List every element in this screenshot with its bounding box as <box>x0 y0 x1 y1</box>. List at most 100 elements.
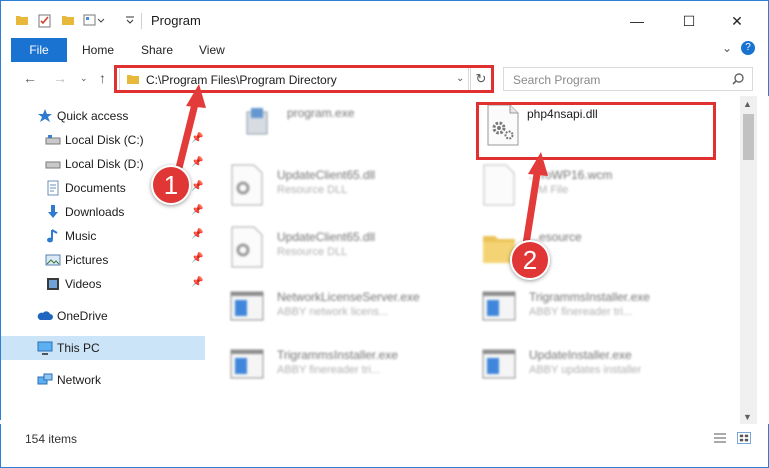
file-name: NetworkLicenseServer.exe <box>277 290 420 304</box>
sidebar-item-onedrive[interactable]: OneDrive <box>1 304 205 328</box>
file-name: program.exe <box>287 106 355 120</box>
address-path: C:\Program Files\Program Directory <box>146 73 337 87</box>
app-window-icon <box>482 291 516 321</box>
app-window-icon <box>230 349 264 379</box>
file-item-towp16-wcm[interactable]: ...ToWP16.wcm ...M File <box>481 164 731 214</box>
close-button[interactable]: ✕ <box>715 7 759 35</box>
title-divider <box>141 13 142 29</box>
sidebar-item-label: Local Disk (C:) <box>65 133 144 147</box>
file-name: TrigrammsInstaller.exe <box>277 348 398 362</box>
address-bar[interactable]: C:\Program Files\Program Directory ⌄ <box>119 67 469 91</box>
file-name: ...ToWP16.wcm <box>529 168 613 182</box>
drive-icon <box>45 135 61 145</box>
file-description: ABBY finereader tri... <box>277 364 381 376</box>
network-icon <box>37 373 53 385</box>
drive-icon <box>45 161 61 169</box>
tab-share[interactable]: Share <box>141 43 173 57</box>
back-arrow-icon[interactable]: ← <box>23 70 37 86</box>
dll-gear-icon <box>487 104 519 146</box>
sidebar-item-videos[interactable]: Videos 📌 <box>1 272 205 296</box>
star-icon <box>38 109 52 122</box>
new-folder-icon[interactable] <box>61 13 75 27</box>
vertical-scrollbar[interactable]: ▲ ▼ <box>740 96 757 424</box>
scroll-down-icon[interactable]: ▼ <box>743 412 752 422</box>
pin-icon[interactable]: 📌 <box>191 253 203 264</box>
up-arrow-icon[interactable]: ↑ <box>99 70 106 86</box>
pin-icon[interactable]: 📌 <box>191 157 203 168</box>
file-item-updateclient65-dll[interactable]: UpdateClient65.dll Resource DLL <box>229 164 479 214</box>
sidebar-item-pictures[interactable]: Pictures 📌 <box>1 248 205 272</box>
scroll-thumb[interactable] <box>743 114 754 160</box>
file-item-trigrammsinstaller-exe[interactable]: TrigrammsInstaller.exe ABBY finereader t… <box>481 286 731 336</box>
large-icons-view-icon[interactable] <box>737 432 751 444</box>
installer-icon <box>246 108 268 135</box>
file-description: ...M File <box>529 184 569 196</box>
search-input[interactable]: Search Program <box>513 73 600 87</box>
navigation-pane: Quick access Local Disk (C:) 📌 Local Dis… <box>0 96 205 420</box>
folder-icon <box>127 75 139 84</box>
dll-gear-icon <box>231 164 263 206</box>
file-list: program.exe php4nsapi.dll UpdateClient65… <box>205 96 740 420</box>
search-icon[interactable] <box>731 72 745 86</box>
sidebar-item-label: Documents <box>65 181 126 195</box>
pictures-icon <box>45 254 61 266</box>
scroll-up-icon[interactable]: ▲ <box>743 99 752 109</box>
sidebar-item-label: OneDrive <box>57 309 108 323</box>
expand-ribbon-icon[interactable]: ⌄ <box>722 41 732 55</box>
sidebar-item-label: Videos <box>65 277 102 291</box>
navigation-bar: ← → ⌄ ↑ C:\Program Files\Program Directo… <box>0 62 769 96</box>
sidebar-item-label: Network <box>57 373 102 387</box>
sidebar-item-network[interactable]: Network <box>1 368 205 392</box>
pin-icon[interactable]: 📌 <box>191 229 203 240</box>
status-bar: 154 items <box>0 424 769 468</box>
recent-locations-icon[interactable]: ⌄ <box>80 73 88 84</box>
maximize-button[interactable]: ☐ <box>667 7 711 35</box>
title-bar: Program — ☐ ✕ <box>0 0 769 38</box>
file-item-trigrammsinstaller-exe[interactable]: TrigrammsInstaller.exe ABBY finereader t… <box>229 344 479 394</box>
dll-gear-icon <box>231 226 263 268</box>
callout-1: 1 <box>151 165 191 205</box>
file-description: ABBY updates installer <box>529 364 642 376</box>
sidebar-item-music[interactable]: Music 📌 <box>1 224 205 248</box>
search-box[interactable]: Search Program <box>503 67 753 91</box>
details-view-icon[interactable] <box>713 432 727 444</box>
file-item-updateclient65-dll[interactable]: UpdateClient65.dll Resource DLL <box>229 226 479 276</box>
computer-icon <box>37 341 53 355</box>
file-name: UpdateClient65.dll <box>277 230 376 244</box>
address-dropdown-icon[interactable]: ⌄ <box>456 73 464 84</box>
file-item-php4nsapi-dll[interactable]: php4nsapi.dll <box>485 104 735 154</box>
help-icon[interactable]: ? <box>741 41 755 55</box>
tab-file[interactable]: File <box>11 38 67 62</box>
forward-arrow-icon[interactable]: → <box>53 70 67 86</box>
tab-view[interactable]: View <box>199 43 225 57</box>
quick-access-toolbar-icon[interactable] <box>83 13 105 27</box>
sidebar-item-label: Local Disk (D:) <box>65 157 144 171</box>
folder-icon <box>16 16 28 25</box>
properties-icon[interactable] <box>37 13 53 29</box>
pin-icon[interactable]: 📌 <box>191 277 203 288</box>
file-item-updateinstaller-exe[interactable]: UpdateInstaller.exe ABBY updates install… <box>481 344 731 394</box>
callout-2: 2 <box>510 240 550 280</box>
file-description: ABBY finereader tri... <box>529 306 633 318</box>
sidebar-item-this-pc[interactable]: This PC <box>1 336 205 360</box>
file-item-program-exe[interactable]: program.exe <box>239 102 489 152</box>
tab-home[interactable]: Home <box>82 43 114 57</box>
refresh-button[interactable]: ↻ <box>470 67 492 91</box>
app-window-icon <box>482 349 516 379</box>
window-title: Program <box>151 13 201 28</box>
documents-icon <box>47 180 59 196</box>
sidebar-item-quick-access[interactable]: Quick access <box>1 104 205 128</box>
minimize-button[interactable]: — <box>615 7 659 35</box>
blank-file-icon <box>483 164 515 206</box>
pin-icon[interactable]: 📌 <box>191 181 203 192</box>
customize-toolbar-icon[interactable] <box>125 13 135 27</box>
pin-icon[interactable]: 📌 <box>191 133 203 144</box>
sidebar-item-label: Music <box>65 229 97 243</box>
file-name: php4nsapi.dll <box>527 107 598 121</box>
sidebar-item-local-disk-c[interactable]: Local Disk (C:) 📌 <box>1 128 205 152</box>
downloads-icon <box>48 205 58 218</box>
file-item-networklicenseserver-exe[interactable]: NetworkLicenseServer.exe ABBY network li… <box>229 286 479 336</box>
item-count: 154 items <box>25 432 78 446</box>
onedrive-icon <box>37 311 53 320</box>
pin-icon[interactable]: 📌 <box>191 205 203 216</box>
